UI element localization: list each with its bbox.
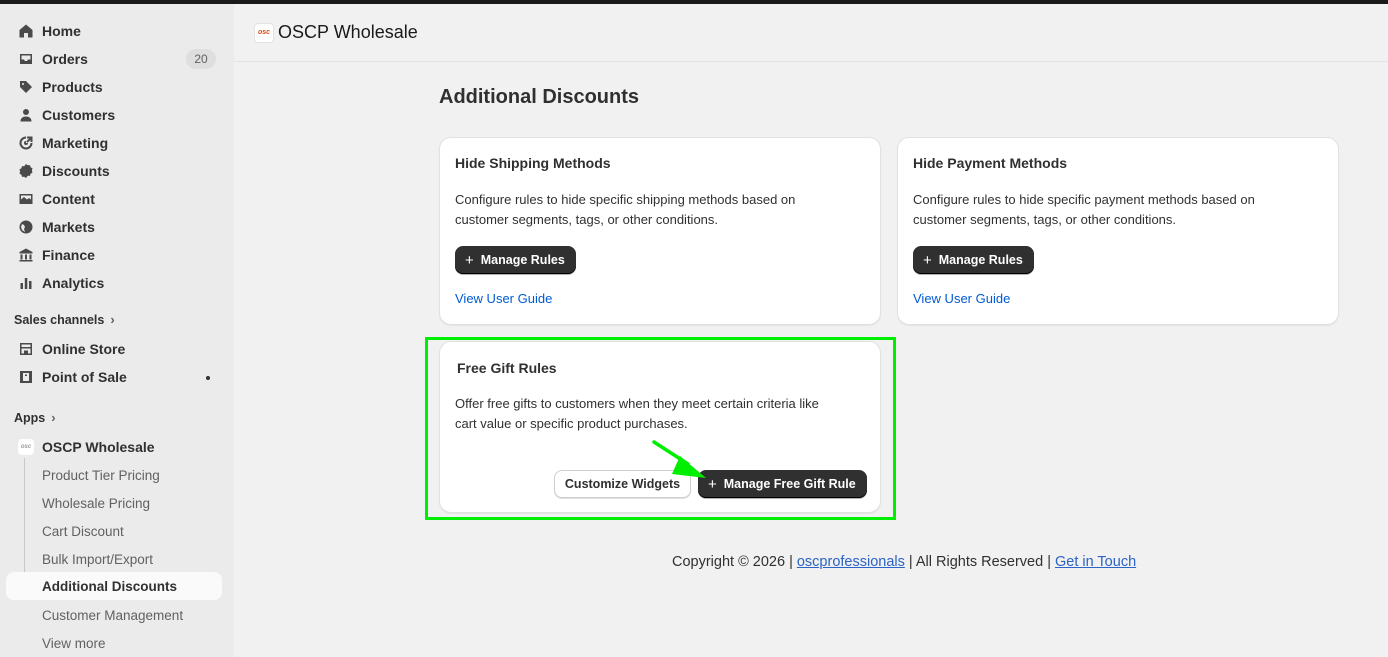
sidebar-item-point-of-sale[interactable]: Point of Sale — [8, 364, 222, 390]
sidebar-item-label: Discounts — [42, 163, 110, 179]
sidebar-item-label: OSCP Wholesale — [42, 439, 155, 455]
bank-icon — [16, 245, 36, 265]
button-label: Manage Rules — [938, 253, 1023, 267]
sidebar-item-label: Markets — [42, 219, 95, 235]
apps-header[interactable]: Apps › — [14, 410, 56, 425]
app-header: osc OSCP Wholesale — [234, 4, 1388, 62]
sidebar-item-products[interactable]: Products — [8, 74, 222, 100]
sidebar-subitem-label: Cart Discount — [42, 523, 124, 539]
sidebar-item-oscp-wholesale[interactable]: osc OSCP Wholesale — [8, 434, 222, 460]
sidebar-subitem-label: Customer Management — [42, 607, 184, 623]
sidebar-item-analytics[interactable]: Analytics — [8, 270, 222, 296]
sidebar-subitem-bulk-import-export[interactable]: Bulk Import/Export — [6, 546, 222, 572]
sidebar-subitem-label: Wholesale Pricing — [42, 495, 151, 511]
manage-shipping-rules-button[interactable]: + Manage Rules — [455, 246, 576, 274]
plus-icon: + — [923, 251, 932, 269]
sidebar-item-label: Online Store — [42, 341, 126, 357]
hide-payment-card: Hide Payment Methods Configure rules to … — [897, 137, 1339, 325]
discount-icon — [16, 161, 36, 181]
manage-payment-rules-button[interactable]: + Manage Rules — [913, 246, 1034, 274]
shipping-user-guide-link[interactable]: View User Guide — [455, 291, 552, 306]
target-icon — [16, 133, 36, 153]
rights-text: | All Rights Reserved | — [908, 554, 1051, 570]
sidebar-item-content[interactable]: Content — [8, 186, 222, 212]
chevron-right-icon: › — [110, 312, 115, 327]
sidebar-item-label: Customers — [42, 107, 116, 123]
highlight-box — [425, 337, 896, 520]
sales-channels-header[interactable]: Sales channels › — [14, 312, 115, 327]
sidebar-item-orders[interactable]: Orders 20 — [8, 46, 222, 72]
tag-icon — [16, 77, 36, 97]
sidebar-subitem-label: Bulk Import/Export — [42, 551, 154, 567]
sidebar-item-marketing[interactable]: Marketing — [8, 130, 222, 156]
sidebar-item-label: Orders — [42, 51, 88, 67]
card-title: Hide Payment Methods — [913, 155, 1068, 171]
footer: Copyright © 2026 | oscprofessionals | Al… — [672, 554, 1136, 570]
oscp-logo-icon: osc — [254, 22, 274, 43]
card-description-line: Configure rules to hide specific shippin… — [455, 192, 796, 207]
sidebar-item-label: Finance — [42, 247, 95, 263]
sidebar-subitem-label: Product Tier Pricing — [42, 467, 160, 483]
pos-icon — [16, 367, 36, 387]
store-icon — [16, 339, 36, 359]
page-title: Additional Discounts — [439, 86, 639, 108]
company-link[interactable]: oscprofessionals — [797, 554, 905, 570]
card-description-line: Configure rules to hide specific payment… — [913, 192, 1255, 207]
copyright-text: Copyright © 2026 | — [672, 554, 793, 570]
bar-chart-icon — [16, 273, 36, 293]
card-title: Hide Shipping Methods — [455, 155, 611, 171]
sidebar-item-markets[interactable]: Markets — [8, 214, 222, 240]
payment-user-guide-link[interactable]: View User Guide — [913, 291, 1010, 306]
sidebar-item-label: Point of Sale — [42, 369, 127, 385]
card-description-line: customer segments, tags, or other condit… — [455, 212, 719, 227]
sidebar-subitem-view-more[interactable]: View more — [6, 630, 222, 656]
sidebar-item-customers[interactable]: Customers — [8, 102, 222, 128]
status-dot — [206, 376, 210, 380]
sidebar-subitem-wholesale-pricing[interactable]: Wholesale Pricing — [6, 490, 222, 516]
sidebar-item-label: Marketing — [42, 135, 109, 151]
chevron-right-icon: › — [51, 410, 56, 425]
orders-count-badge: 20 — [186, 49, 216, 69]
hide-shipping-card: Hide Shipping Methods Configure rules to… — [439, 137, 881, 325]
button-label: Manage Rules — [480, 253, 565, 267]
plus-icon: + — [465, 251, 474, 269]
globe-icon — [16, 217, 36, 237]
sidebar-subitem-cart-discount[interactable]: Cart Discount — [6, 518, 222, 544]
sidebar-item-discounts[interactable]: Discounts — [8, 158, 222, 184]
pointer-arrow-icon — [652, 440, 706, 478]
sidebar-subitem-additional-discounts[interactable]: Additional Discounts — [6, 572, 222, 600]
card-description-line: customer segments, tags, or other condit… — [913, 212, 1177, 227]
sales-channels-label: Sales channels — [14, 312, 105, 327]
sidebar-item-label: Products — [42, 79, 103, 95]
sidebar-item-label: Content — [42, 191, 95, 207]
person-icon — [16, 105, 36, 125]
sidebar-item-online-store[interactable]: Online Store — [8, 336, 222, 362]
apps-label: Apps — [14, 410, 46, 425]
sidebar-subitem-product-tier-pricing[interactable]: Product Tier Pricing — [6, 462, 222, 488]
sidebar: Home Orders 20 Products Customers Market… — [0, 4, 234, 657]
sidebar-subitem-label: View more — [42, 635, 106, 651]
sidebar-item-label: Home — [42, 23, 81, 39]
oscp-app-icon: osc — [16, 437, 36, 457]
sidebar-subitem-label: Additional Discounts — [42, 578, 177, 594]
app-title: OSCP Wholesale — [278, 22, 418, 42]
sidebar-item-label: Analytics — [42, 275, 105, 291]
get-in-touch-link[interactable]: Get in Touch — [1055, 554, 1136, 570]
orders-icon — [16, 49, 36, 69]
sidebar-subitem-customer-management[interactable]: Customer Management — [6, 602, 222, 628]
sidebar-item-finance[interactable]: Finance — [8, 242, 222, 268]
content-icon — [16, 189, 36, 209]
home-icon — [16, 21, 36, 41]
sidebar-item-home[interactable]: Home — [8, 18, 222, 44]
